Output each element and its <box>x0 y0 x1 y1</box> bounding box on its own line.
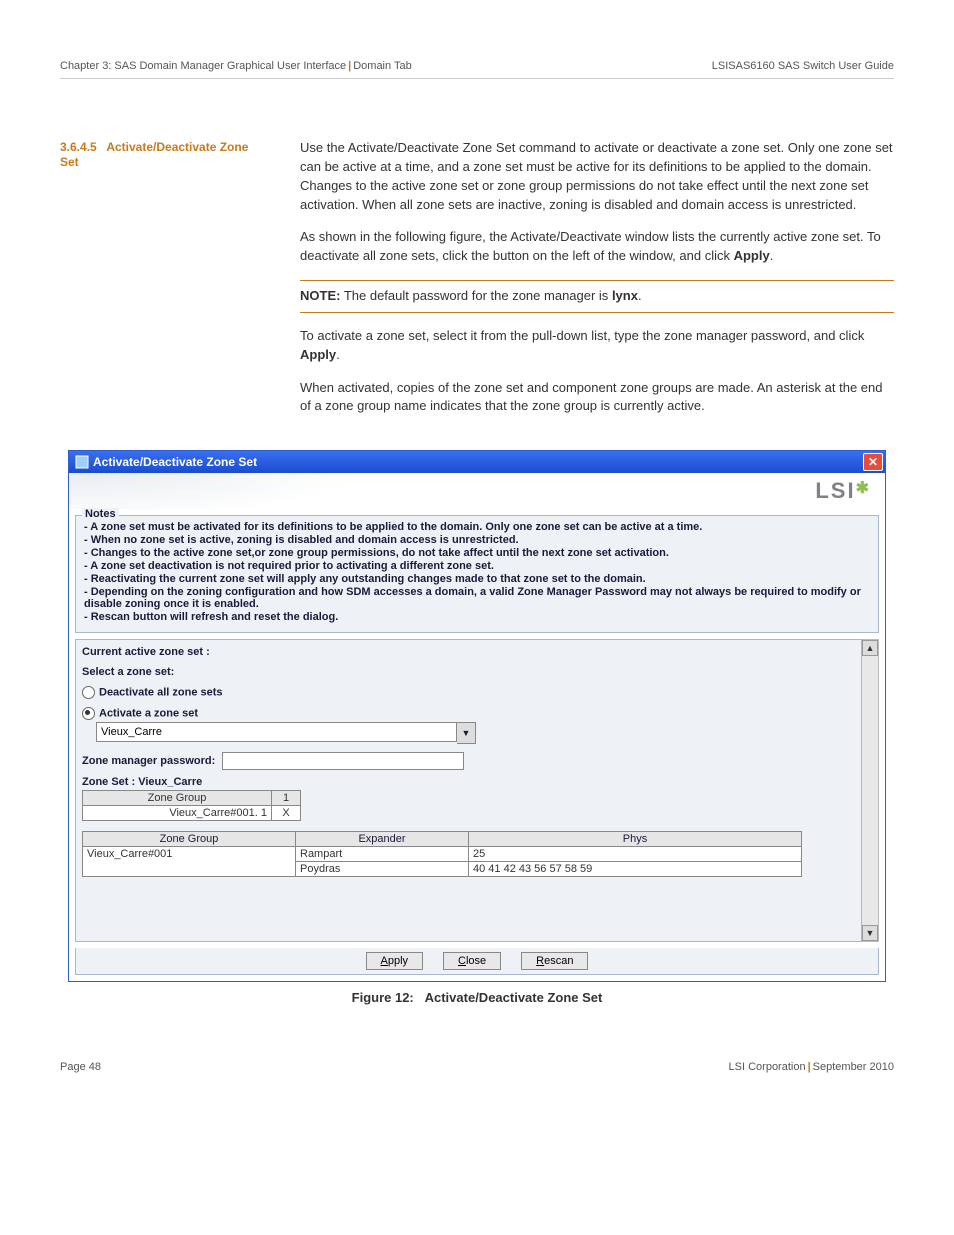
radio-deactivate[interactable] <box>82 686 95 699</box>
zonegroup-large-table: Zone Group Expander Phys Vieux_Carre#001… <box>82 831 802 877</box>
page-header: Chapter 3: SAS Domain Manager Graphical … <box>60 60 894 79</box>
radio-activate[interactable] <box>82 707 95 720</box>
button-row: Apply Close Rescan <box>75 948 879 975</box>
figure-caption: Figure 12: Activate/Deactivate Zone Set <box>60 990 894 1005</box>
zone-dropdown-input[interactable] <box>96 722 457 742</box>
chevron-down-icon[interactable]: ▼ <box>457 722 476 744</box>
lsi-logo: LSI✱ <box>815 478 871 504</box>
para-1: Use the Activate/Deactivate Zone Set com… <box>300 139 894 214</box>
close-icon[interactable]: ✕ <box>863 453 883 471</box>
header-tab: Domain Tab <box>353 60 412 72</box>
page-footer: Page 48 LSI Corporation|September 2010 <box>60 1055 894 1073</box>
scroll-up-icon[interactable]: ▲ <box>862 640 878 656</box>
footer-corp: LSI Corporation <box>729 1061 806 1073</box>
para-2: As shown in the following figure, the Ac… <box>300 228 894 266</box>
header-chapter: Chapter 3: SAS Domain Manager Graphical … <box>60 60 346 72</box>
password-row: Zone manager password: <box>82 752 855 770</box>
select-zone-label: Select a zone set: <box>82 666 855 678</box>
zoneset-label: Zone Set : Vieux_Carre <box>82 776 855 788</box>
section-heading: 3.6.4.5 Activate/Deactivate Zone Set <box>60 139 270 430</box>
radio-activate-row[interactable]: Activate a zone set <box>82 707 855 720</box>
titlebar[interactable]: Activate/Deactivate Zone Set ✕ <box>69 451 885 473</box>
password-input[interactable] <box>222 752 464 770</box>
zone-dropdown[interactable]: ▼ <box>96 722 476 744</box>
scroll-down-icon[interactable]: ▼ <box>862 925 878 941</box>
note-box: NOTE: The default password for the zone … <box>300 280 894 313</box>
section-number: 3.6.4.5 <box>60 140 97 154</box>
notes-legend: Notes <box>82 508 119 520</box>
note-prefix: NOTE: <box>300 288 340 303</box>
footer-date: September 2010 <box>813 1061 894 1073</box>
scrollbar[interactable]: ▲ ▼ <box>862 639 879 942</box>
close-button[interactable]: Close <box>443 952 501 970</box>
para-3: To activate a zone set, select it from t… <box>300 327 894 365</box>
table-row: Vieux_Carre#001 Rampart 25 <box>83 847 802 862</box>
rescan-button[interactable]: Rescan <box>521 952 588 970</box>
apply-button[interactable]: Apply <box>366 952 424 970</box>
para-4: When activated, copies of the zone set a… <box>300 379 894 417</box>
radio-deactivate-row[interactable]: Deactivate all zone sets <box>82 686 855 699</box>
password-label: Zone manager password: <box>82 755 215 767</box>
window-title: Activate/Deactivate Zone Set <box>93 455 257 469</box>
zonegroup-small-table: Zone Group1 Vieux_Carre#001. 1X <box>82 790 301 821</box>
banner: LSI✱ <box>69 473 885 509</box>
notes-panel: Notes - A zone set must be activated for… <box>75 515 879 633</box>
app-icon <box>75 455 89 469</box>
dialog-window: Activate/Deactivate Zone Set ✕ LSI✱ Note… <box>68 450 886 982</box>
main-panel: Current active zone set : Select a zone … <box>75 639 862 942</box>
footer-page: Page 48 <box>60 1061 101 1073</box>
current-zone-label: Current active zone set : <box>82 646 855 658</box>
header-doc-title: LSISAS6160 SAS Switch User Guide <box>712 60 894 72</box>
